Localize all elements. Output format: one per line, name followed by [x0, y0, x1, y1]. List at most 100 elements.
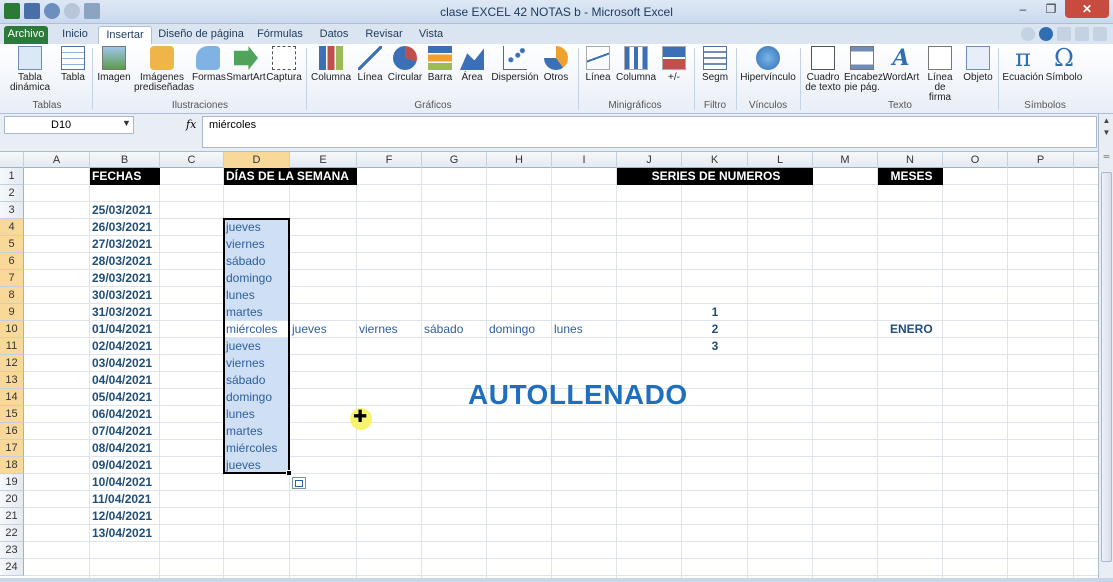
row-header-17[interactable]: 17 [0, 440, 24, 457]
tab-archivo[interactable]: Archivo [4, 26, 48, 44]
row-header-24[interactable]: 24 [0, 559, 24, 576]
month-cell[interactable]: ENERO [878, 321, 943, 338]
column-chart-button[interactable]: Columna [310, 46, 352, 83]
signature-line-button[interactable]: Línea de firma [922, 46, 958, 103]
date-cell[interactable]: 30/03/2021 [90, 287, 160, 304]
restore-icon[interactable]: ❐ [1037, 0, 1065, 18]
column-header-p[interactable]: P [1008, 152, 1074, 168]
collapse-ribbon-icon[interactable] [1021, 27, 1035, 41]
insert-function-icon[interactable]: fx [186, 118, 196, 131]
fill-handle[interactable] [286, 470, 292, 476]
weekday-cell[interactable]: sábado [422, 321, 487, 338]
chevron-down-icon[interactable]: ▼ [122, 118, 131, 128]
column-header-b[interactable]: B [90, 152, 160, 168]
split-handle[interactable]: ═ [1101, 152, 1112, 164]
row-header-3[interactable]: 3 [0, 202, 24, 219]
date-cell[interactable]: 13/04/2021 [90, 525, 160, 542]
number-cell[interactable]: 2 [682, 321, 748, 338]
column-header-h[interactable]: H [487, 152, 552, 168]
selected-range[interactable] [223, 218, 290, 474]
pivot-table-button[interactable]: Tabla dinámica [6, 46, 54, 93]
line-chart-button[interactable]: Línea [354, 46, 386, 83]
row-header-6[interactable]: 6 [0, 253, 24, 270]
column-header-k[interactable]: K [682, 152, 748, 168]
clip-art-button[interactable]: Imágenes prediseñadas [134, 46, 194, 93]
date-cell[interactable]: 05/04/2021 [90, 389, 160, 406]
weekday-cell[interactable]: domingo [487, 321, 552, 338]
row-header-19[interactable]: 19 [0, 474, 24, 491]
date-cell[interactable]: 08/04/2021 [90, 440, 160, 457]
object-button[interactable]: Objeto [962, 46, 994, 83]
row-header-2[interactable]: 2 [0, 185, 24, 202]
symbol-button[interactable]: Ω Símbolo [1044, 46, 1084, 83]
hyperlink-button[interactable]: Hipervínculo [740, 46, 796, 83]
date-cell[interactable]: 28/03/2021 [90, 253, 160, 270]
header-series-numeros[interactable]: SERIES DE NUMEROS [617, 168, 813, 185]
sparkline-line-button[interactable]: Línea [582, 46, 614, 83]
picture-button[interactable]: Imagen [96, 46, 132, 83]
smartart-button[interactable]: SmartArt [226, 46, 266, 83]
scroll-up-icon[interactable]: ▲ [1101, 116, 1112, 128]
other-charts-button[interactable]: Otros [542, 46, 570, 83]
row-header-8[interactable]: 8 [0, 287, 24, 304]
bar-chart-button[interactable]: Barra [426, 46, 454, 83]
row-header-11[interactable]: 11 [0, 338, 24, 355]
header-dias-semana[interactable]: DÍAS DE LA SEMANA [224, 168, 357, 185]
tab-inicio[interactable]: Inicio [54, 26, 96, 44]
scatter-chart-button[interactable]: Dispersión [490, 46, 540, 83]
row-header-10[interactable]: 10 [0, 321, 24, 338]
sparkline-column-button[interactable]: Columna [616, 46, 656, 83]
row-header-20[interactable]: 20 [0, 491, 24, 508]
column-header-f[interactable]: F [357, 152, 422, 168]
column-header-i[interactable]: I [552, 152, 617, 168]
date-cell[interactable]: 10/04/2021 [90, 474, 160, 491]
row-header-21[interactable]: 21 [0, 508, 24, 525]
help-icon[interactable] [1039, 27, 1053, 41]
workbook-close-icon[interactable] [1093, 27, 1107, 41]
column-header-n[interactable]: N [878, 152, 943, 168]
number-cell[interactable]: 1 [682, 304, 748, 321]
date-cell[interactable]: 25/03/2021 [90, 202, 160, 219]
minimize-icon[interactable]: – [1009, 0, 1037, 18]
header-footer-button[interactable]: Encabez. pie pág. [844, 46, 886, 93]
slicer-button[interactable]: Segm [698, 46, 732, 83]
date-cell[interactable]: 02/04/2021 [90, 338, 160, 355]
shapes-button[interactable]: Formas [192, 46, 226, 83]
scrollbar-thumb[interactable] [1101, 172, 1112, 562]
date-cell[interactable]: 06/04/2021 [90, 406, 160, 423]
date-cell[interactable]: 09/04/2021 [90, 457, 160, 474]
row-header-4[interactable]: 4 [0, 219, 24, 236]
equation-button[interactable]: π Ecuación [1002, 46, 1044, 83]
weekday-cell[interactable]: lunes [552, 321, 617, 338]
pie-chart-button[interactable]: Circular [386, 46, 424, 83]
scroll-down-icon[interactable]: ▼ [1101, 128, 1112, 140]
text-box-button[interactable]: Cuadro de texto [804, 46, 842, 93]
column-header-j[interactable]: J [617, 152, 682, 168]
row-header-18[interactable]: 18 [0, 457, 24, 474]
date-cell[interactable]: 07/04/2021 [90, 423, 160, 440]
vertical-scrollbar[interactable]: ▲ ▼ ═ [1098, 114, 1113, 582]
number-cell[interactable]: 3 [682, 338, 748, 355]
date-cell[interactable]: 27/03/2021 [90, 236, 160, 253]
date-cell[interactable]: 04/04/2021 [90, 372, 160, 389]
tab-diseno-de-pagina[interactable]: Diseño de página [158, 26, 244, 44]
wordart-button[interactable]: A WordArt [882, 46, 920, 83]
name-box[interactable]: D10 [4, 116, 134, 134]
row-header-15[interactable]: 15 [0, 406, 24, 423]
row-header-23[interactable]: 23 [0, 542, 24, 559]
date-cell[interactable]: 12/04/2021 [90, 508, 160, 525]
row-header-22[interactable]: 22 [0, 525, 24, 542]
row-header-16[interactable]: 16 [0, 423, 24, 440]
row-header-13[interactable]: 13 [0, 372, 24, 389]
close-icon[interactable]: ✕ [1065, 0, 1109, 18]
row-header-7[interactable]: 7 [0, 270, 24, 287]
tab-datos[interactable]: Datos [312, 26, 356, 44]
column-header-e[interactable]: E [290, 152, 357, 168]
column-header-l[interactable]: L [748, 152, 813, 168]
column-header-a[interactable]: A [24, 152, 90, 168]
date-cell[interactable]: 26/03/2021 [90, 219, 160, 236]
select-all-corner[interactable] [0, 152, 24, 168]
weekday-cell[interactable]: jueves [290, 321, 357, 338]
weekday-cell[interactable]: viernes [357, 321, 422, 338]
workbook-restore-icon[interactable] [1075, 27, 1089, 41]
